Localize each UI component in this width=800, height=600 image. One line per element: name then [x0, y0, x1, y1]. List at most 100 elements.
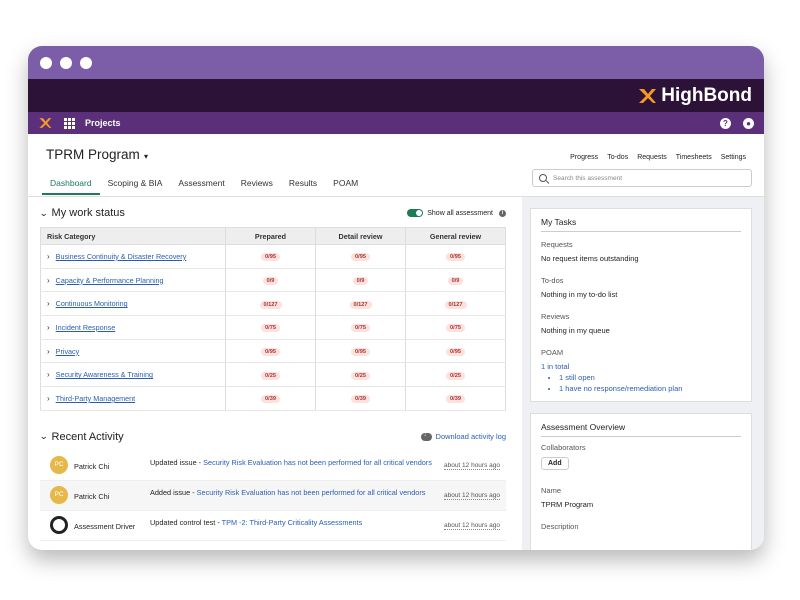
- poam-open-link[interactable]: 1 still open: [559, 373, 741, 382]
- window-chrome: [28, 46, 764, 79]
- collaborators-label: Collaborators: [541, 443, 586, 452]
- brand-logo: HighBond: [637, 85, 752, 107]
- chevron-right-icon[interactable]: ›: [47, 323, 50, 332]
- name-value: TPRM Program: [541, 500, 594, 509]
- tab-bar: Dashboard Scoping & BIA Assessment Revie…: [42, 175, 366, 195]
- tab-dashboard[interactable]: Dashboard: [42, 175, 100, 195]
- col-general-review: General review: [405, 227, 506, 245]
- risk-table: Risk Category Prepared Detail review Gen…: [40, 227, 506, 411]
- tab-scoping-bia[interactable]: Scoping & BIA: [100, 175, 171, 195]
- page-header: TPRM Program ▾ Progress To-dos Requests …: [28, 134, 764, 197]
- sidebar: My Tasks Requests No request items outst…: [522, 197, 764, 550]
- my-tasks-card: My Tasks Requests No request items outst…: [530, 208, 752, 402]
- add-collaborator-button[interactable]: Add: [541, 457, 569, 470]
- general-badge: 0/95: [446, 253, 465, 262]
- tab-assessment[interactable]: Assessment: [170, 175, 232, 195]
- show-all-toggle[interactable]: [407, 209, 424, 217]
- poam-no-plan-link[interactable]: 1 have no response/remediation plan: [559, 384, 741, 393]
- brand-name: HighBond: [661, 84, 752, 106]
- tab-reviews[interactable]: Reviews: [233, 175, 281, 195]
- help-icon[interactable]: ?: [720, 117, 731, 129]
- description-label: Description: [541, 522, 579, 531]
- recent-activity-toggle[interactable]: ⌄ Recent Activity: [39, 430, 124, 443]
- search-icon: [539, 174, 547, 182]
- nav-projects[interactable]: Projects: [85, 118, 121, 128]
- recent-activity-title: Recent Activity: [51, 430, 124, 443]
- poam-label: POAM: [541, 348, 564, 357]
- my-tasks-title: My Tasks: [541, 217, 741, 232]
- activity-user: Patrick Chi: [74, 491, 110, 501]
- chevron-right-icon[interactable]: ›: [47, 252, 50, 261]
- activity-user: Patrick Chi: [74, 461, 110, 471]
- activity-text: Updated control test - TPM -2: Third-Par…: [150, 518, 444, 529]
- link-requests[interactable]: Requests: [637, 154, 667, 161]
- poam-list: 1 still open 1 have no response/remediat…: [559, 373, 741, 393]
- category-link[interactable]: Continuous Monitoring: [56, 299, 128, 308]
- activity-item: Assessment Driver Updated control test -…: [40, 511, 506, 541]
- activity-link[interactable]: Security Risk Evaluation has not been pe…: [197, 488, 426, 497]
- table-row[interactable]: › Capacity & Performance Planning 0/9 0/9…: [40, 268, 506, 293]
- requests-value: No request items outstanding: [541, 254, 639, 263]
- link-todos[interactable]: To-dos: [607, 154, 628, 161]
- chevron-right-icon[interactable]: ›: [47, 370, 50, 379]
- requests-label: Requests: [541, 240, 573, 249]
- window-dot-minimize[interactable]: [60, 56, 72, 69]
- link-progress[interactable]: Progress: [570, 154, 598, 161]
- table-row[interactable]: › Business Continuity & Disaster Recovery…: [40, 244, 506, 269]
- activity-item: PC Patrick Chi Updated issue - Security …: [40, 451, 506, 481]
- name-label: Name: [541, 486, 562, 495]
- search-input[interactable]: Search this assessment: [532, 169, 752, 187]
- detail-badge: 0/9: [352, 277, 369, 286]
- table-row[interactable]: › Continuous Monitoring 0/127 0/127 0/127: [40, 291, 506, 317]
- home-logo-icon[interactable]: [38, 116, 52, 130]
- activity-link[interactable]: TPM -2: Third-Party Criticality Assessme…: [222, 518, 363, 527]
- chevron-right-icon[interactable]: ›: [47, 394, 50, 403]
- table-row[interactable]: › Privacy 0/95 0/95 0/95: [40, 339, 506, 364]
- category-link[interactable]: Privacy: [56, 347, 80, 356]
- link-timesheets[interactable]: Timesheets: [676, 154, 712, 161]
- download-activity-link[interactable]: Download activity log: [420, 432, 506, 442]
- poam-total-link[interactable]: 1 in total: [541, 362, 741, 371]
- assessment-overview-card: Assessment Overview Collaborators Add Na…: [530, 413, 752, 550]
- window-dot-maximize[interactable]: [80, 56, 92, 69]
- chevron-down-icon: ⌄: [39, 431, 49, 442]
- tab-results[interactable]: Results: [281, 175, 325, 195]
- todos-label: To-dos: [541, 276, 564, 285]
- detail-badge: 0/127: [349, 300, 372, 309]
- category-link[interactable]: Security Awareness & Training: [56, 370, 153, 379]
- table-row[interactable]: › Third-Party Management 0/39 0/39 0/39: [40, 386, 506, 411]
- activity-action: Added issue -: [150, 487, 197, 497]
- detail-badge: 0/39: [351, 395, 370, 404]
- category-link[interactable]: Third-Party Management: [56, 394, 136, 403]
- page-title-text: TPRM Program: [46, 147, 140, 162]
- download-activity-label: Download activity log: [435, 432, 506, 442]
- col-prepared: Prepared: [225, 227, 316, 245]
- search-placeholder: Search this assessment: [553, 174, 623, 182]
- tab-poam[interactable]: POAM: [325, 175, 366, 195]
- chevron-right-icon[interactable]: ›: [47, 299, 50, 308]
- prepared-badge: 0/95: [261, 348, 280, 357]
- table-row[interactable]: › Incident Response 0/75 0/75 0/75: [40, 315, 506, 340]
- cloud-download-icon: [420, 432, 432, 441]
- prepared-badge: 0/39: [261, 395, 280, 404]
- info-icon[interactable]: i: [499, 209, 506, 217]
- category-link[interactable]: Business Continuity & Disaster Recovery: [56, 252, 187, 261]
- category-link[interactable]: Capacity & Performance Planning: [56, 276, 164, 285]
- todos-value: Nothing in my to-do list: [541, 290, 618, 299]
- header-links: Progress To-dos Requests Timesheets Sett…: [570, 154, 746, 161]
- link-settings[interactable]: Settings: [721, 154, 746, 161]
- chevron-right-icon[interactable]: ›: [47, 276, 50, 285]
- recent-activity-header: ⌄ Recent Activity Download activity log: [39, 430, 506, 443]
- chevron-right-icon[interactable]: ›: [47, 347, 50, 356]
- reviews-label: Reviews: [541, 312, 570, 321]
- table-row[interactable]: › Security Awareness & Training 0/25 0/25…: [40, 362, 506, 388]
- window-dot-close[interactable]: [40, 56, 52, 69]
- show-all-label: Show all assessment: [427, 209, 493, 217]
- page-title[interactable]: TPRM Program ▾: [46, 147, 148, 162]
- app-launcher-icon[interactable]: [64, 117, 75, 129]
- app-window: HighBond Projects ? ● TPRM Program ▾ Pro…: [28, 46, 764, 550]
- user-icon[interactable]: ●: [743, 117, 754, 129]
- activity-link[interactable]: Security Risk Evaluation has not been pe…: [203, 458, 432, 467]
- top-nav: Projects ? ●: [28, 112, 764, 134]
- category-link[interactable]: Incident Response: [56, 323, 116, 332]
